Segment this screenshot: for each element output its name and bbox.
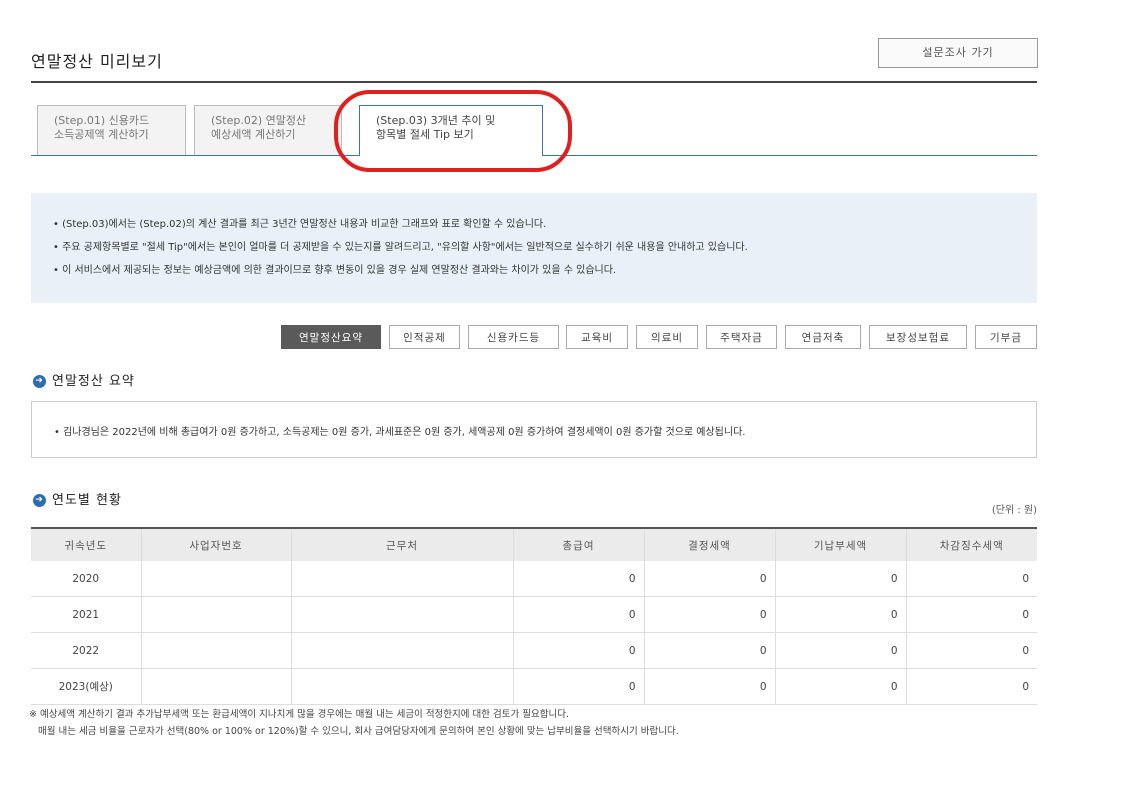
cell-workplace — [291, 668, 514, 705]
cell-total-salary: 0 — [513, 561, 645, 597]
cell-determined-tax: 0 — [644, 668, 776, 705]
cell-business-number — [141, 668, 292, 705]
table-row: 2023(예상) 0 0 0 0 — [31, 668, 1037, 705]
cell-workplace — [291, 632, 514, 669]
title-divider — [31, 81, 1037, 83]
col-determined-tax: 결정세액 — [644, 527, 776, 561]
category-button-insurance[interactable]: 보장성보험료 — [869, 325, 967, 349]
summary-heading-label: 연말정산 요약 — [52, 374, 135, 389]
page-title: 연말정산 미리보기 — [31, 52, 163, 71]
table-row: 2020 0 0 0 0 — [31, 561, 1037, 597]
info-box: • (Step.03)에서는 (Step.02)의 계산 결과를 최근 3년간 … — [31, 193, 1037, 303]
cell-determined-tax: 0 — [644, 596, 776, 633]
tab-step-02[interactable]: (Step.02) 연말정산 예상세액 계산하기 — [194, 105, 342, 155]
info-line: • 주요 공제항목별로 "절세 Tip"에서는 본인이 얼마를 더 공제받을 수… — [53, 242, 748, 253]
cell-year: 2022 — [31, 632, 142, 669]
cell-year: 2023(예상) — [31, 668, 142, 705]
col-business-number: 사업자번호 — [141, 527, 292, 561]
cell-total-salary: 0 — [513, 668, 645, 705]
col-prepaid-tax: 기납부세액 — [775, 527, 907, 561]
cell-business-number — [141, 632, 292, 669]
cell-year: 2020 — [31, 561, 142, 597]
summary-heading: ➜ 연말정산 요약 — [33, 370, 135, 389]
yearly-heading-label: 연도별 현황 — [52, 493, 122, 508]
cell-prepaid-tax: 0 — [775, 596, 907, 633]
category-button-pension[interactable]: 연금저축 — [785, 325, 861, 349]
col-year: 귀속년도 — [31, 527, 142, 561]
summary-text: • 김나경님은 2022년에 비해 총급여가 0원 증가하고, 소득공제는 0원… — [54, 427, 746, 438]
cell-workplace — [291, 561, 514, 597]
yearly-table: 귀속년도 사업자번호 근무처 총급여 결정세액 기납부세액 차감징수세액 202… — [31, 527, 1037, 705]
cell-prepaid-tax: 0 — [775, 668, 907, 705]
tab-step-01-line1: (Step.01) 신용카드 — [54, 114, 150, 127]
cell-workplace — [291, 596, 514, 633]
summary-box: • 김나경님은 2022년에 비해 총급여가 0원 증가하고, 소득공제는 0원… — [31, 401, 1037, 458]
table-row: 2022 0 0 0 0 — [31, 632, 1037, 669]
category-button-personal[interactable]: 인적공제 — [389, 325, 460, 349]
col-deducted-tax: 차감징수세액 — [906, 527, 1037, 561]
cell-determined-tax: 0 — [644, 632, 776, 669]
unit-label: (단위 : 원) — [991, 505, 1037, 516]
cell-determined-tax: 0 — [644, 561, 776, 597]
info-line: • 이 서비스에서 제공되는 정보는 예상금액에 의한 결과이므로 향후 변동이… — [53, 265, 617, 276]
category-button-creditcard[interactable]: 신용카드등 — [468, 325, 559, 349]
cell-total-salary: 0 — [513, 596, 645, 633]
cell-business-number — [141, 596, 292, 633]
tab-step-01-line2: 소득공제액 계산하기 — [54, 128, 149, 141]
info-line: • (Step.03)에서는 (Step.02)의 계산 결과를 최근 3년간 … — [53, 219, 547, 230]
arrow-circle-icon: ➜ — [33, 494, 46, 507]
cell-year: 2021 — [31, 596, 142, 633]
category-button-housing[interactable]: 주택자금 — [706, 325, 777, 349]
cell-business-number — [141, 561, 292, 597]
arrow-circle-icon: ➜ — [33, 375, 46, 388]
cell-prepaid-tax: 0 — [775, 561, 907, 597]
table-row: 2021 0 0 0 0 — [31, 596, 1037, 633]
yearly-heading: ➜ 연도별 현황 — [33, 489, 122, 508]
tab-step-02-line2: 예상세액 계산하기 — [211, 128, 296, 141]
cell-deducted-tax: 0 — [906, 561, 1037, 597]
cell-deducted-tax: 0 — [906, 632, 1037, 669]
cell-total-salary: 0 — [513, 632, 645, 669]
cell-prepaid-tax: 0 — [775, 632, 907, 669]
cell-deducted-tax: 0 — [906, 668, 1037, 705]
footnote: 매월 내는 세금 비율을 근로자가 선택(80% or 100% or 120%… — [29, 726, 679, 737]
category-button-education[interactable]: 교육비 — [566, 325, 628, 349]
col-total-salary: 총급여 — [513, 527, 645, 561]
category-button-donation[interactable]: 기부금 — [975, 325, 1037, 349]
tab-step-02-line1: (Step.02) 연말정산 — [211, 114, 307, 127]
tab-step-01[interactable]: (Step.01) 신용카드 소득공제액 계산하기 — [37, 105, 186, 155]
highlight-annotation — [334, 90, 572, 172]
category-button-summary[interactable]: 연말정산요약 — [281, 325, 381, 349]
col-workplace: 근무처 — [291, 527, 514, 561]
category-button-medical[interactable]: 의료비 — [636, 325, 698, 349]
cell-deducted-tax: 0 — [906, 596, 1037, 633]
survey-button[interactable]: 설문조사 가기 — [878, 38, 1038, 68]
footnote: ※ 예상세액 계산하기 결과 추가납부세액 또는 환급세액이 지나치게 많을 경… — [29, 709, 569, 720]
